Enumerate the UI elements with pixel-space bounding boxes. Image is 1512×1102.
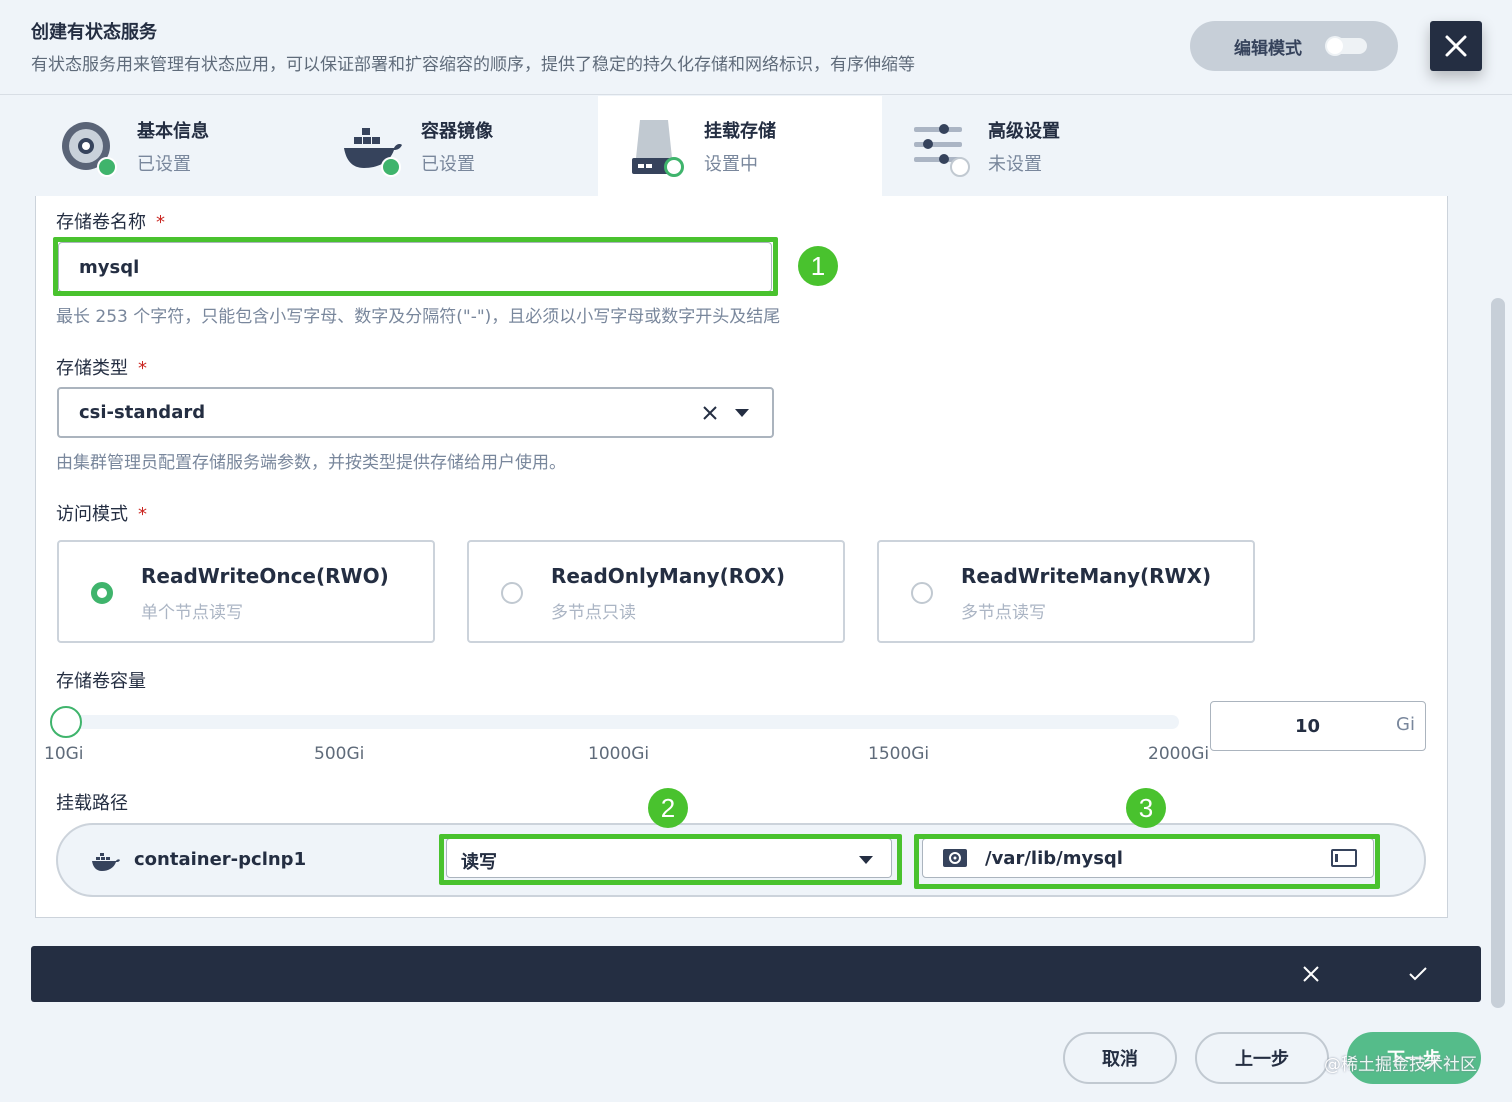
step-advanced-settings[interactable]: 高级设置 未设置 xyxy=(882,96,1166,196)
storage-type-label: 存储类型 * xyxy=(56,354,147,380)
access-mode-option-rox[interactable]: ReadOnlyMany(ROX) 多节点只读 xyxy=(467,540,845,643)
slider-tick-label: 10Gi xyxy=(44,744,84,764)
close-icon[interactable] xyxy=(1303,966,1319,982)
sliders-icon xyxy=(912,118,972,178)
access-mode-desc: 单个节点读写 xyxy=(141,603,243,623)
step-current-dot xyxy=(664,157,684,177)
clear-icon[interactable] xyxy=(703,406,717,420)
step-basic-info[interactable]: 基本信息 已设置 xyxy=(0,96,284,196)
step-done-dot xyxy=(381,157,401,177)
step-todo-dot xyxy=(950,157,970,177)
edit-mode-toggle[interactable]: 编辑模式 xyxy=(1190,21,1398,71)
access-mode-desc: 多节点只读 xyxy=(551,603,636,623)
callout-badge: 3 xyxy=(1126,788,1166,828)
step-name: 挂载存储 xyxy=(704,121,776,142)
check-icon[interactable] xyxy=(1409,966,1427,982)
step-status: 设置中 xyxy=(704,154,758,175)
capacity-slider-track[interactable] xyxy=(66,715,1179,729)
scrollbar[interactable] xyxy=(1491,298,1505,1008)
toggle-switch[interactable] xyxy=(1327,38,1367,54)
prev-step-button[interactable]: 上一步 xyxy=(1195,1032,1329,1084)
capacity-unit: Gi xyxy=(1396,714,1415,735)
edit-mode-label: 编辑模式 xyxy=(1234,38,1302,59)
modal-footer: 取消 上一步 下一步 xyxy=(0,1014,1512,1102)
storage-drive-icon xyxy=(632,118,692,178)
step-name: 高级设置 xyxy=(988,121,1060,142)
slider-tick-label: 2000Gi xyxy=(1148,744,1210,764)
container-name: container-pclnp1 xyxy=(134,849,307,870)
highlight-box xyxy=(439,834,902,885)
access-mode-title: ReadWriteOnce(RWO) xyxy=(141,564,389,588)
volume-form: 存储卷名称 * mysql 1 最长 253 个字符，只能包含小写字母、数字及分隔… xyxy=(35,196,1448,918)
storage-type-value: csi-standard xyxy=(79,402,206,423)
chevron-down-icon[interactable] xyxy=(735,409,749,417)
callout-badge: 1 xyxy=(798,246,838,286)
storage-type-hint: 由集群管理员配置存储服务端参数，并按类型提供存储给用户使用。 xyxy=(56,453,566,473)
confirm-bar xyxy=(31,946,1481,1002)
required-mark: * xyxy=(138,358,147,379)
storage-type-label-text: 存储类型 xyxy=(56,358,128,379)
modal-title: 创建有状态服务 xyxy=(31,22,157,43)
docker-icon xyxy=(342,118,402,178)
step-container-image[interactable]: 容器镜像 已设置 xyxy=(284,96,568,196)
volume-name-hint: 最长 253 个字符，只能包含小写字母、数字及分隔符("-")，且必须以小写字母… xyxy=(56,307,781,327)
callout-badge: 2 xyxy=(648,788,688,828)
capacity-value: 10 xyxy=(1295,716,1321,737)
docker-icon xyxy=(92,853,120,871)
access-mode-title: ReadOnlyMany(ROX) xyxy=(551,564,785,588)
access-mode-option-rwo[interactable]: ReadWriteOnce(RWO) 单个节点读写 xyxy=(57,540,435,643)
highlight-box xyxy=(914,834,1380,889)
step-status: 未设置 xyxy=(988,154,1042,175)
highlight-box xyxy=(53,237,778,296)
required-mark: * xyxy=(138,504,147,525)
step-mount-storage[interactable]: 挂载存储 设置中 xyxy=(598,96,882,196)
wizard-steps: 基本信息 已设置 容器镜像 已设置 挂载存储 设置中 高级设置 未设置 xyxy=(0,96,1512,196)
slider-tick-label: 500Gi xyxy=(314,744,365,764)
capacity-slider-handle[interactable] xyxy=(50,706,82,738)
step-status: 已设置 xyxy=(137,154,191,175)
radio-button[interactable] xyxy=(91,582,113,604)
access-mode-label-text: 访问模式 xyxy=(56,504,128,525)
volume-name-label: 存储卷名称 * xyxy=(56,208,165,234)
cancel-button[interactable]: 取消 xyxy=(1063,1032,1177,1084)
step-done-dot xyxy=(97,157,117,177)
disc-icon xyxy=(58,118,118,178)
modal-header: 创建有状态服务 有状态服务用来管理有状态应用，可以保证部署和扩容缩容的顺序，提供… xyxy=(0,0,1512,95)
slider-tick-label: 1000Gi xyxy=(588,744,650,764)
close-icon xyxy=(1445,35,1467,57)
capacity-input[interactable]: 10 Gi xyxy=(1210,701,1426,751)
access-mode-title: ReadWriteMany(RWX) xyxy=(961,564,1212,588)
volume-name-label-text: 存储卷名称 xyxy=(56,212,146,233)
close-button[interactable] xyxy=(1430,21,1482,71)
capacity-label: 存储卷容量 xyxy=(56,671,146,692)
watermark: @稀土掘金技术社区 xyxy=(1324,1055,1477,1075)
radio-button[interactable] xyxy=(501,582,523,604)
toggle-knob xyxy=(1327,38,1343,54)
step-name: 容器镜像 xyxy=(421,121,493,142)
step-name: 基本信息 xyxy=(137,121,209,142)
modal-subtitle: 有状态服务用来管理有状态应用，可以保证部署和扩容缩容的顺序，提供了稳定的持久化存… xyxy=(31,55,915,75)
step-status: 已设置 xyxy=(421,154,475,175)
mount-path-label: 挂载路径 xyxy=(56,793,128,814)
radio-button[interactable] xyxy=(911,582,933,604)
storage-type-select[interactable]: csi-standard xyxy=(57,387,774,438)
access-mode-desc: 多节点读写 xyxy=(961,603,1046,623)
required-mark: * xyxy=(156,212,165,233)
access-mode-option-rwx[interactable]: ReadWriteMany(RWX) 多节点读写 xyxy=(877,540,1255,643)
slider-tick-label: 1500Gi xyxy=(868,744,930,764)
access-mode-label: 访问模式 * xyxy=(56,500,147,526)
